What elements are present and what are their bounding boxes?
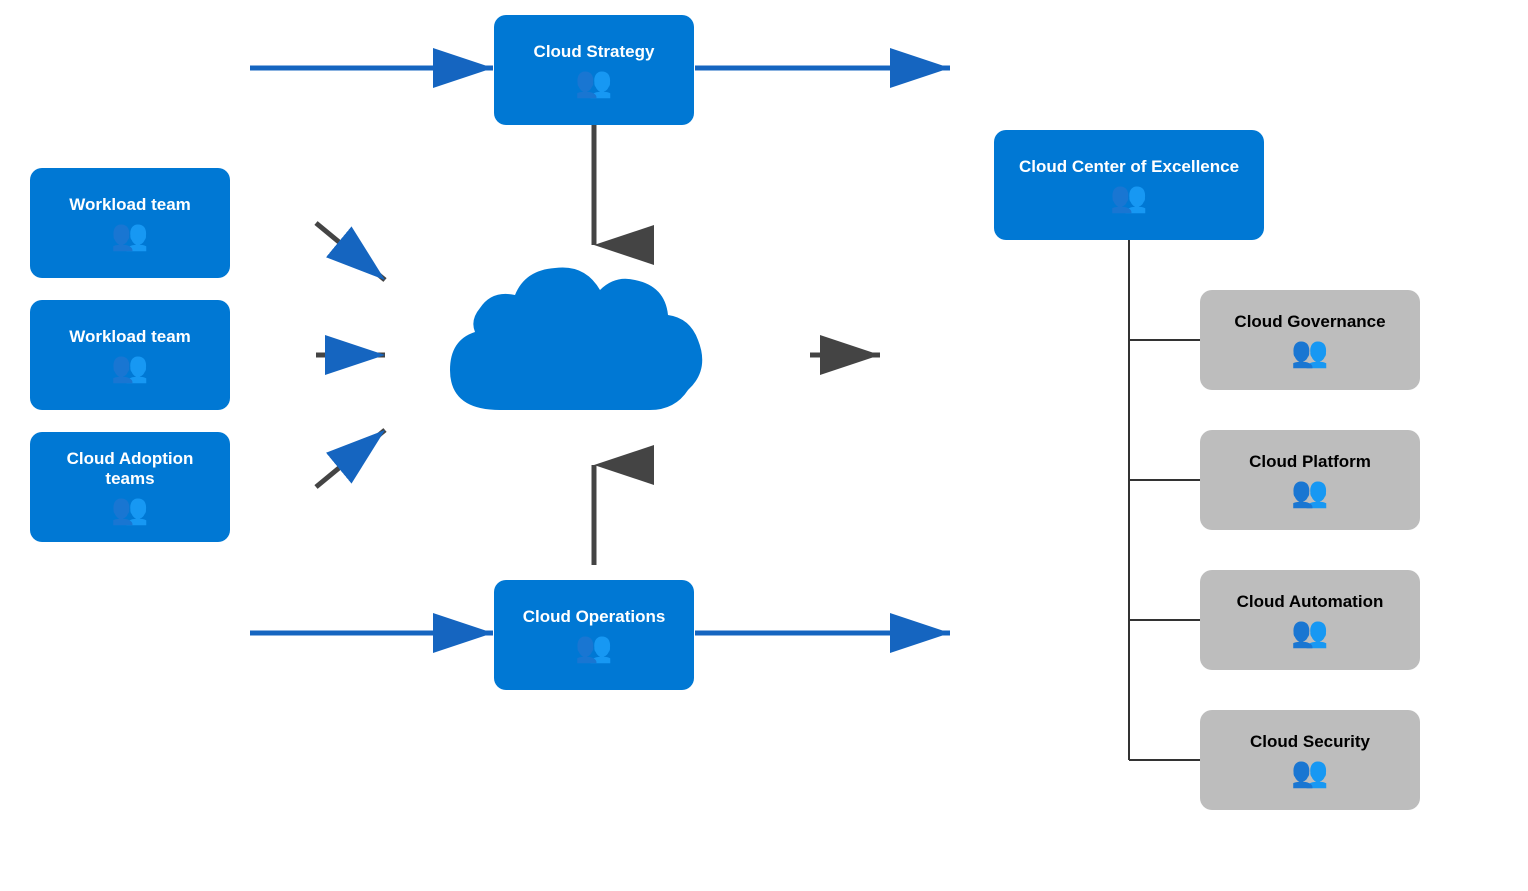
cloud-shape: [420, 240, 740, 450]
workload-team-1-title: Workload team: [69, 195, 191, 215]
cloud-strategy-title: Cloud Strategy: [534, 42, 655, 62]
cloud-center-box: Cloud Center of Excellence 👥: [994, 130, 1264, 240]
workload-team-2-title: Workload team: [69, 327, 191, 347]
cloud-security-title: Cloud Security: [1250, 732, 1370, 752]
cloud-automation-title: Cloud Automation: [1237, 592, 1384, 612]
cloud-security-icon: 👥: [1291, 758, 1328, 788]
diagram: Cloud Strategy 👥 Workload team 👥 Workloa…: [0, 0, 1528, 891]
cloud-adoption-box: Cloud Adoption teams 👥: [30, 432, 230, 542]
cloud-center-title: Cloud Center of Excellence: [1019, 157, 1239, 177]
workload-team-1-box: Workload team 👥: [30, 168, 230, 278]
cloud-platform-title: Cloud Platform: [1249, 452, 1371, 472]
workload-team-2-box: Workload team 👥: [30, 300, 230, 410]
cloud-strategy-box: Cloud Strategy 👥: [494, 15, 694, 125]
cloud-operations-title: Cloud Operations: [523, 607, 666, 627]
cloud-strategy-icon: 👥: [575, 68, 612, 98]
workload-team-2-icon: 👥: [111, 353, 148, 383]
cloud-adoption-title: Cloud Adoption teams: [46, 449, 214, 489]
cloud-platform-box: Cloud Platform 👥: [1200, 430, 1420, 530]
workload-team-1-icon: 👥: [111, 221, 148, 251]
cloud-automation-icon: 👥: [1291, 618, 1328, 648]
cloud-platform-icon: 👥: [1291, 478, 1328, 508]
cloud-governance-title: Cloud Governance: [1234, 312, 1385, 332]
cloud-operations-box: Cloud Operations 👥: [494, 580, 694, 690]
cloud-governance-box: Cloud Governance 👥: [1200, 290, 1420, 390]
cloud-security-box: Cloud Security 👥: [1200, 710, 1420, 810]
cloud-governance-icon: 👥: [1291, 338, 1328, 368]
cloud-center-icon: 👥: [1110, 183, 1147, 213]
cloud-operations-icon: 👥: [575, 633, 612, 663]
cloud-automation-box: Cloud Automation 👥: [1200, 570, 1420, 670]
cloud-adoption-icon: 👥: [111, 495, 148, 525]
